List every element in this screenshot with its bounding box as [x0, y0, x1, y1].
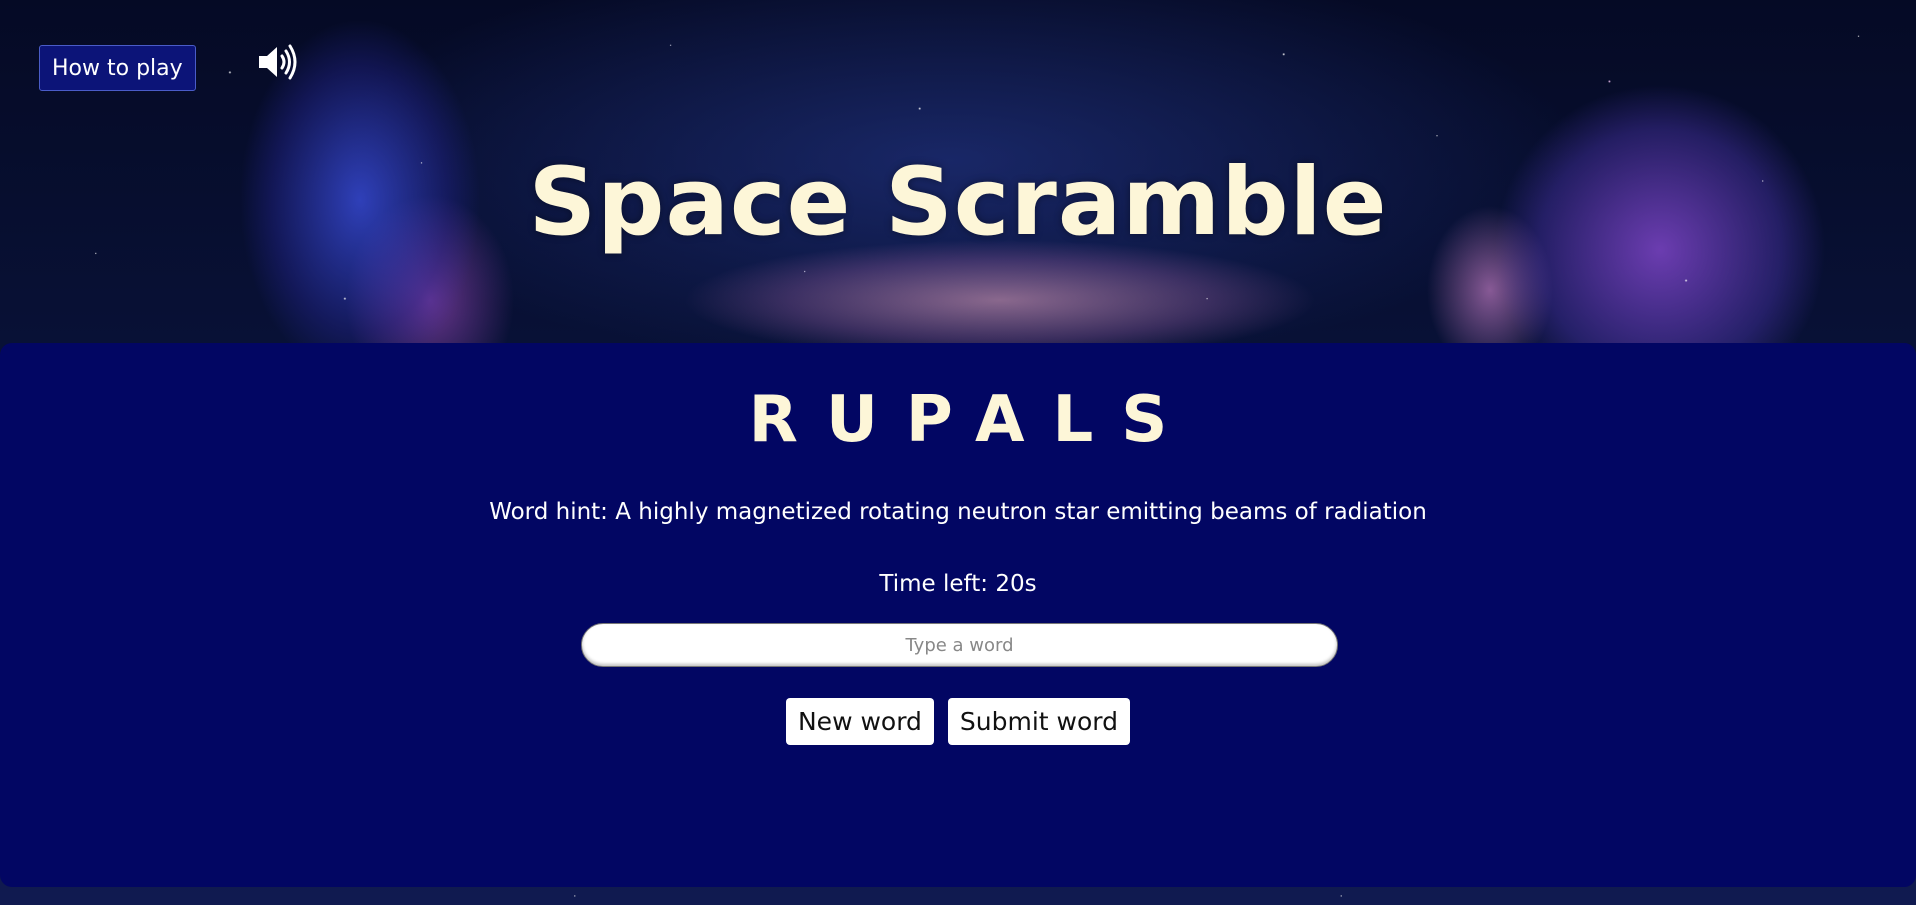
speaker-volume-icon[interactable] [256, 42, 300, 82]
submit-word-button[interactable]: Submit word [947, 698, 1131, 745]
time-left: Time left: 20s [879, 571, 1037, 597]
game-panel: RUPALS Word hint: A highly magnetized ro… [0, 343, 1916, 887]
action-buttons: New word Submit word [0, 698, 1916, 745]
scrambled-word: RUPALS [748, 383, 1196, 457]
word-input[interactable] [581, 623, 1338, 667]
new-word-button[interactable]: New word [785, 698, 934, 745]
top-controls: How to play [39, 42, 300, 91]
how-to-play-button[interactable]: How to play [39, 45, 196, 91]
word-hint: Word hint: A highly magnetized rotating … [489, 499, 1427, 525]
page-title: Space Scramble [528, 148, 1388, 257]
